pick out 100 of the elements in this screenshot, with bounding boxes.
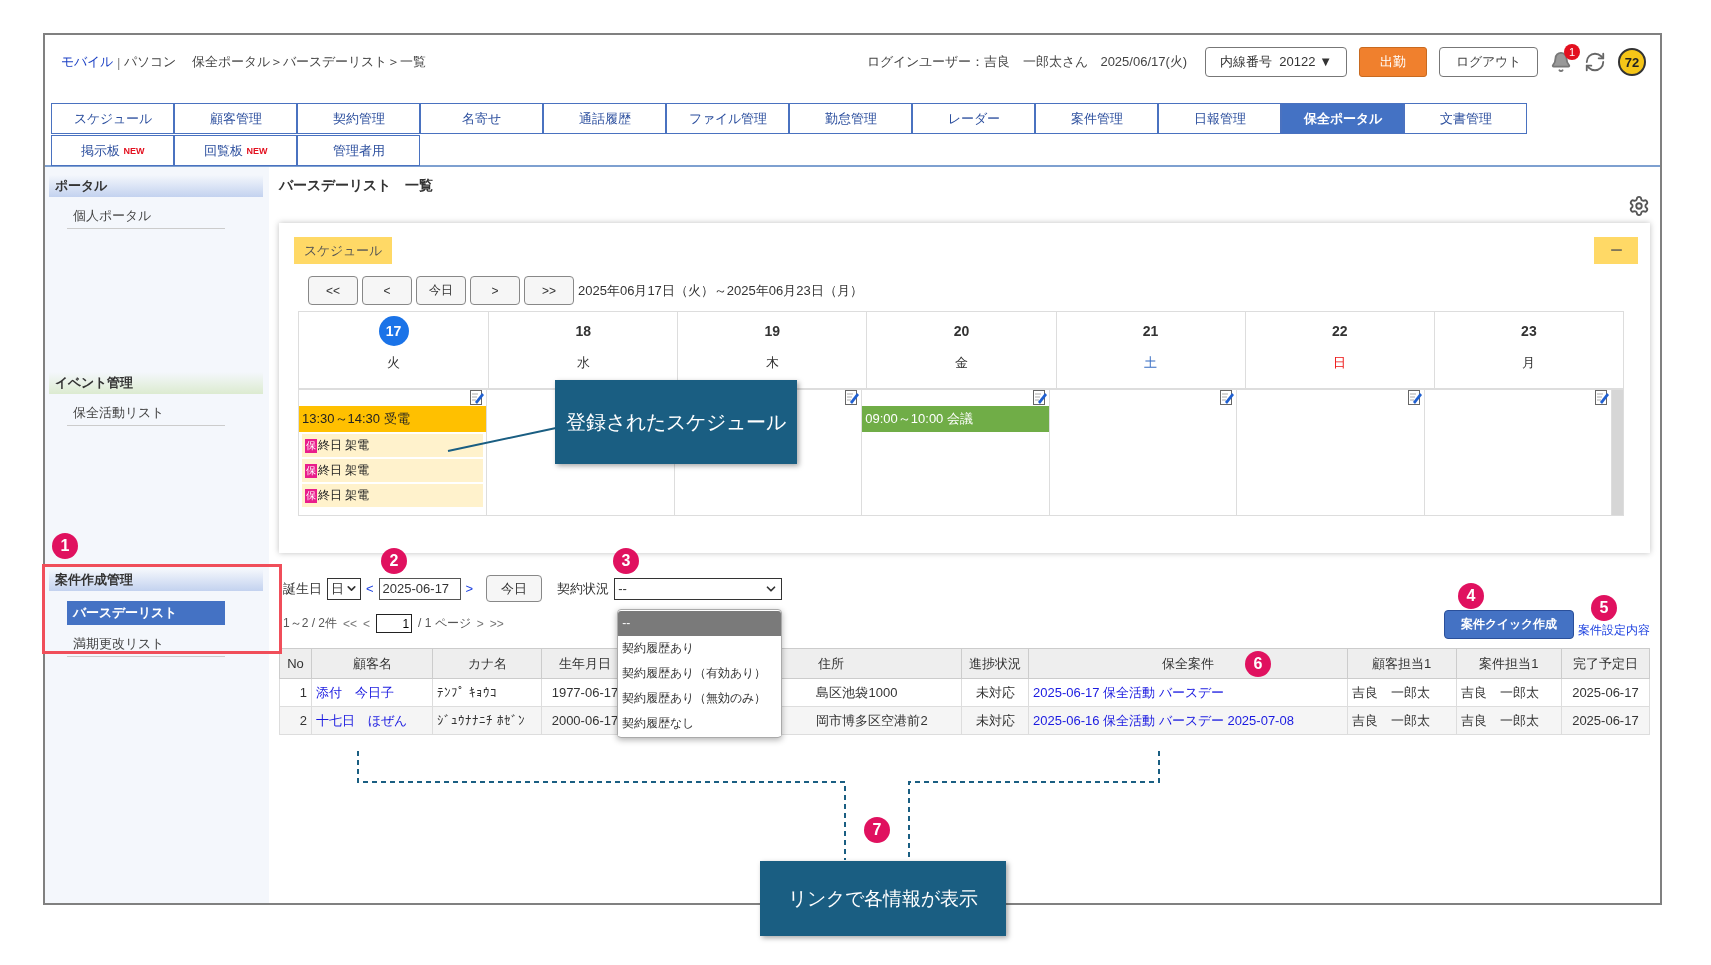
weekday-label: 土 [1144, 354, 1158, 372]
nav-tab[interactable]: 顧客管理 [174, 103, 297, 134]
weekday-label: 月 [1522, 354, 1536, 372]
column-header: 顧客担当1 [1347, 648, 1457, 679]
nav-tab[interactable]: 掲示板 NEW [51, 135, 174, 166]
weekday-label: 金 [955, 354, 968, 372]
sidebar-item[interactable]: バースデーリスト [67, 601, 225, 625]
schedule-event[interactable]: 保 終日 架電 [302, 484, 484, 507]
bell-icon[interactable] [1550, 51, 1572, 73]
logout-button[interactable]: ログアウト [1439, 47, 1538, 77]
collapse-button[interactable]: ー [1594, 237, 1638, 264]
dropdown-option[interactable]: 契約履歴あり [618, 635, 782, 661]
schedule-event[interactable]: 13:30～14:30 受電 [299, 406, 487, 432]
day-number: 18 [574, 322, 592, 341]
weekday-label: 日 [1333, 354, 1347, 372]
table-cell: 吉良 一郎太 [1351, 712, 1430, 728]
nav-tab[interactable]: スケジュール [51, 103, 174, 134]
refresh-icon[interactable] [1584, 51, 1606, 73]
table-cell: 岡市博多区空港前2 [816, 712, 928, 728]
nav-tab[interactable]: 管理者用 [297, 135, 420, 166]
mode-link[interactable]: モバイル [61, 53, 113, 71]
column-header: 顧客名 [311, 648, 433, 679]
week-nav-button[interactable]: << [308, 276, 358, 305]
breadcrumb: 保全ポータル＞バースデーリスト＞一覧 [192, 53, 427, 71]
scrollbar[interactable] [1611, 390, 1623, 515]
extension-select[interactable]: 内線番号 20122 ▼ [1205, 47, 1347, 77]
day-number: 17 [378, 316, 409, 346]
edit-icon[interactable] [1032, 390, 1047, 405]
event-title: 終日 架電 [318, 462, 370, 479]
prev-page-link[interactable]: < [363, 616, 371, 631]
week-nav-button[interactable]: >> [524, 276, 574, 305]
next-link[interactable]: > [465, 581, 474, 596]
nav-tab[interactable]: ファイル管理 [666, 103, 789, 134]
first-page-link[interactable]: << [343, 616, 358, 631]
table-cell: ｼﾞｭｳﾅﾅﾆﾁ ﾎｾﾞﾝ [437, 713, 525, 728]
table-cell: ﾃﾝﾌﾟ ｷｮｳｺ [437, 685, 497, 700]
schedule-event[interactable]: 保 終日 架電 [302, 434, 484, 457]
weekday-label: 火 [387, 354, 401, 372]
separator: | [117, 54, 121, 70]
points-badge[interactable]: 72 [1618, 48, 1646, 76]
callout: リンクで各情報が表示 [760, 861, 1006, 936]
nav-tab[interactable]: 案件管理 [1035, 103, 1158, 134]
table-cell: 2025-06-17 [1572, 685, 1639, 700]
quick-create-button[interactable]: 案件クイック作成 [1444, 610, 1574, 639]
edit-icon[interactable] [1220, 390, 1235, 405]
unit-select[interactable]: 日 [327, 577, 361, 600]
table-cell: 未対応 [975, 712, 1015, 728]
mode-link[interactable]: パソコン [124, 53, 177, 71]
nav-tab[interactable]: 回覧板 NEW [174, 135, 297, 166]
next-page-link[interactable]: > [476, 616, 484, 631]
nav-tab[interactable]: 文書管理 [1404, 103, 1527, 134]
schedule-event[interactable]: 保 終日 架電 [302, 459, 484, 482]
table-cell: 島区池袋1000 [816, 684, 898, 700]
table-cell: 1977-06-17 [551, 685, 619, 700]
edit-icon[interactable] [1407, 390, 1422, 405]
page-field[interactable]: 1 [376, 614, 413, 633]
birthday-label: 誕生日 [283, 579, 322, 598]
date-range: 2025年06月17日（火）～2025年06月23日（月） [578, 281, 863, 300]
table-cell: 2025-06-17 [1572, 713, 1639, 728]
settings-icon[interactable] [1628, 195, 1650, 217]
notification-badge: 1 [1564, 44, 1580, 60]
nav-tab[interactable]: レーダー [912, 103, 1035, 134]
week-nav-button[interactable]: 今日 [416, 276, 466, 305]
event-tag: 保 [305, 438, 317, 453]
today-button[interactable]: 今日 [486, 575, 543, 602]
settings-link[interactable]: 案件設定内容 [1578, 622, 1650, 639]
nav-tab[interactable]: 日報管理 [1158, 103, 1281, 134]
column-header: カナ名 [432, 648, 542, 679]
prev-link[interactable]: < [366, 581, 374, 596]
day-number: 19 [763, 322, 782, 341]
edit-icon[interactable] [470, 390, 485, 405]
table-cell: 1 [299, 685, 308, 700]
edit-icon[interactable] [1595, 390, 1609, 405]
dropdown-option[interactable]: 契約履歴あり（有効あり） [618, 660, 782, 686]
contract-select[interactable]: -- [614, 577, 783, 600]
dropdown-option[interactable]: 契約履歴なし [618, 710, 782, 736]
nav-tab[interactable]: 名寄せ [420, 103, 543, 134]
day-number: 20 [952, 322, 971, 341]
table-cell: 吉良 一郎太 [1351, 684, 1430, 700]
page-total: / 1 ページ [418, 615, 471, 632]
nav-tab[interactable]: 勤怠管理 [789, 103, 912, 134]
contract-label: 契約状況 [557, 579, 610, 598]
week-nav-button[interactable]: > [470, 276, 520, 305]
nav-tab[interactable]: 保全ポータル [1281, 103, 1404, 134]
nav-tab[interactable]: 契約管理 [297, 103, 420, 134]
day-number: 21 [1141, 322, 1160, 341]
nav-tab[interactable]: 通話履歴 [543, 103, 666, 134]
callout: 登録されたスケジュール [555, 380, 797, 464]
date-field[interactable]: 2025-06-17 [378, 577, 461, 600]
week-nav-button[interactable]: < [362, 276, 412, 305]
sidebar-item[interactable]: 保全活動リスト [67, 400, 225, 426]
weekday-label: 木 [765, 354, 779, 372]
edit-icon[interactable] [845, 390, 860, 405]
last-page-link[interactable]: >> [489, 616, 504, 631]
dropdown-option[interactable]: 契約履歴あり（無効のみ） [618, 685, 782, 711]
sidebar-item[interactable]: 満期更改リスト [67, 631, 225, 657]
dropdown-option[interactable]: -- [618, 610, 782, 636]
table-cell: 吉良 一郎太 [1460, 684, 1539, 700]
sidebar-item[interactable]: 個人ポータル [67, 203, 225, 229]
current-date: 2025/06/17(火) [1100, 53, 1188, 71]
